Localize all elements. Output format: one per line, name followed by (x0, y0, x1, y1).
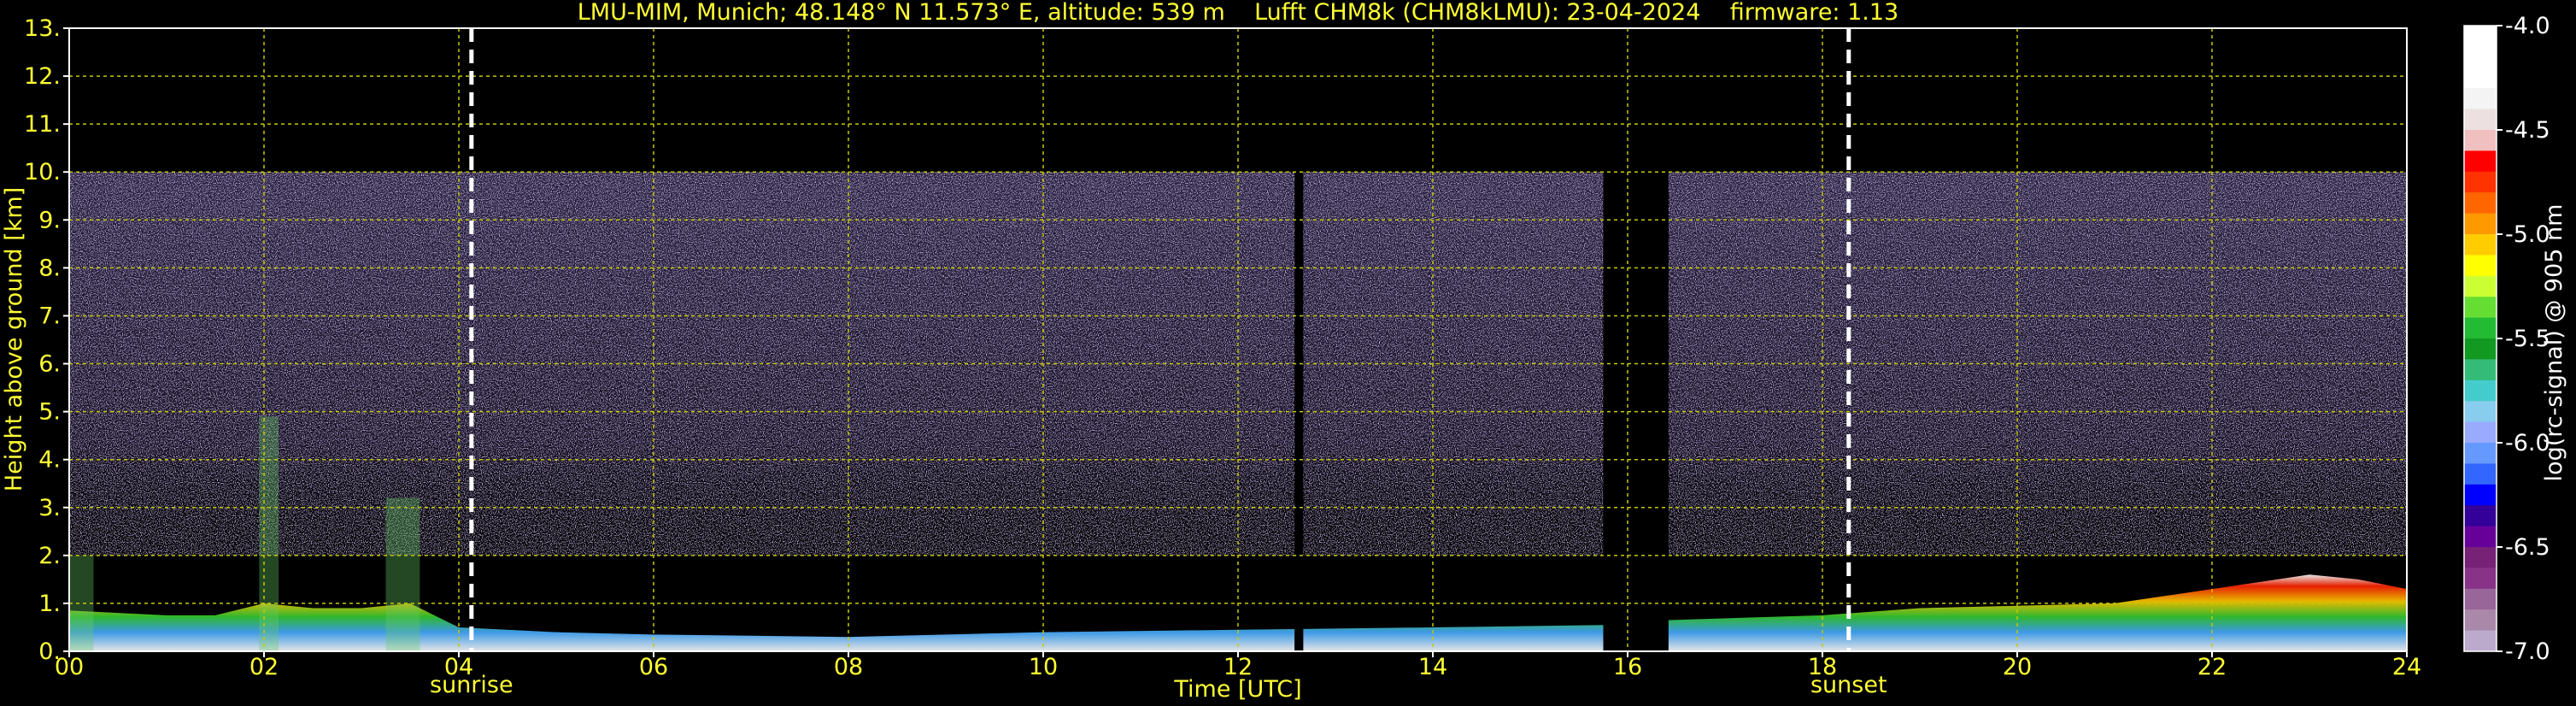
colorbar-tick-label: -6.5 (2505, 534, 2550, 561)
colorbar-swatch (2464, 359, 2497, 381)
colorbar-swatch (2464, 401, 2497, 423)
x-tick-label: 14 (1418, 654, 1447, 680)
colorbar-swatch (2464, 609, 2497, 632)
y-tick-label: 12. (24, 63, 61, 90)
colorbar-swatch (2464, 630, 2497, 652)
colorbar-swatch (2464, 505, 2497, 527)
colorbar-swatch (2464, 26, 2497, 47)
colorbar-swatch (2464, 67, 2497, 89)
colorbar-swatch (2464, 88, 2497, 110)
colorbar-swatch (2464, 547, 2497, 568)
x-tick-label: 10 (1029, 654, 1058, 680)
y-tick-label: 7. (38, 303, 61, 329)
x-tick-label: 02 (249, 654, 279, 680)
colorbar-tick-label: -7.0 (2505, 638, 2550, 665)
x-tick-label: 20 (2003, 654, 2032, 680)
y-tick-label: 9. (38, 207, 61, 233)
colorbar-swatch (2464, 338, 2497, 360)
chart-title: LMU-MIM, Munich; 48.148° N 11.573° E, al… (578, 0, 1898, 26)
colorbar-swatch (2464, 484, 2497, 506)
y-tick-label: 2. (38, 543, 61, 569)
colorbar-tick-label: -4.0 (2505, 13, 2550, 39)
colorbar-swatch (2464, 443, 2497, 464)
colorbar-swatch (2464, 109, 2497, 131)
colorbar-swatch (2464, 588, 2497, 610)
colorbar-swatch (2464, 568, 2497, 590)
colorbar-swatch (2464, 255, 2497, 277)
x-tick-label: 08 (834, 654, 863, 680)
x-axis-label: Time [UTC] (1173, 676, 1301, 703)
y-tick-label: 1. (38, 591, 61, 617)
y-tick-label: 4. (38, 447, 61, 474)
colorbar-swatch (2464, 192, 2497, 215)
y-tick-label: 3. (38, 495, 61, 521)
colorbar-swatch (2464, 130, 2497, 151)
y-tick-label: 5. (38, 399, 61, 426)
x-tick-label: 04 (444, 654, 473, 680)
y-tick-label: 6. (38, 351, 61, 378)
aerosol-plume (259, 416, 279, 651)
colorbar-swatch (2464, 234, 2497, 256)
x-tick-label: 24 (2392, 654, 2421, 680)
y-tick-label: 10. (24, 159, 61, 185)
aerosol-plume (385, 497, 420, 651)
ceilometer-chart: sunrise sunset 00 02 04 06 08 10 12 14 16 18 20 22 24… (0, 0, 2576, 706)
colorbar-swatch (2464, 463, 2497, 485)
colorbar-swatch (2464, 421, 2497, 444)
y-tick-label: 11. (24, 111, 61, 138)
colorbar-swatch (2464, 46, 2497, 68)
colorbar-swatch (2464, 526, 2497, 548)
y-tick-label: 13. (24, 15, 61, 42)
y-tick-label: 8. (38, 255, 61, 281)
colorbar-tick-label: -4.5 (2505, 117, 2550, 144)
y-tick-label: 0. (38, 638, 61, 665)
x-tick-label: 18 (1808, 654, 1837, 680)
colorbar-label: log(rc-signal) @ 905 nm (2541, 204, 2567, 482)
data-gap (1603, 28, 1669, 651)
data-gap (1294, 28, 1304, 651)
colorbar-swatch (2464, 171, 2497, 193)
colorbar-swatch (2464, 379, 2497, 402)
x-tick-label: 06 (639, 654, 668, 680)
colorbar-swatch (2464, 275, 2497, 297)
y-axis-label: Height above ground [km] (1, 187, 27, 491)
colorbar-swatch (2464, 150, 2497, 173)
colorbar-swatch (2464, 213, 2497, 235)
colorbar-swatch (2464, 297, 2497, 319)
colorbar-swatch (2464, 317, 2497, 339)
x-tick-label: 22 (2198, 654, 2227, 680)
x-tick-label: 16 (1613, 654, 1642, 680)
